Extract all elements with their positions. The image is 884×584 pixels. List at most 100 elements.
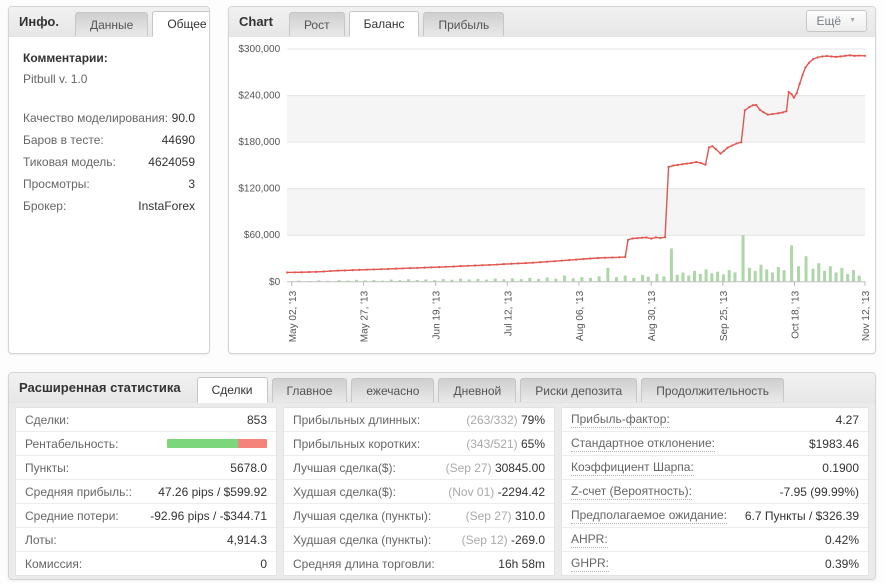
tab-riski-depozita[interactable]: Риски депозита bbox=[520, 378, 637, 402]
table-row: AHPR: 0.42% bbox=[562, 528, 868, 552]
stat-value: 6.7 Пункты / $326.39 bbox=[745, 509, 859, 523]
tab-sdelki[interactable]: Сделки bbox=[197, 377, 268, 403]
stat-label: Прибыль-фактор: bbox=[571, 412, 670, 428]
stat-value-main: 5678.0 bbox=[230, 461, 267, 475]
stat-value-main: $1983.46 bbox=[809, 437, 859, 451]
table-row: Худшая сделка (пункты):(Sep 12) -269.0 bbox=[284, 528, 554, 552]
table-row: Средняя прибыль::47.26 pips / $599.92 bbox=[16, 480, 276, 504]
table-row: Пункты: 5678.0 bbox=[16, 456, 276, 480]
stat-value-main: 853 bbox=[247, 413, 267, 427]
tab-dnevnoy[interactable]: Дневной bbox=[438, 378, 516, 402]
stat-label: Комиссия: bbox=[25, 557, 82, 571]
balance-chart: $0$60,000$120,000$180,000$240,000$300,00… bbox=[231, 39, 873, 350]
svg-text:$120,000: $120,000 bbox=[238, 184, 280, 195]
svg-text:$300,000: $300,000 bbox=[238, 44, 280, 55]
stat-value-main: 79% bbox=[521, 413, 545, 427]
comments-label: Комментарии: bbox=[23, 51, 195, 65]
stat-value: (Sep 27) 30845.00 bbox=[446, 461, 545, 475]
stat-value-main: -2294.42 bbox=[498, 485, 545, 499]
more-button[interactable]: Ещё ▼ bbox=[806, 10, 868, 32]
tab-pribyl[interactable]: Прибыль bbox=[423, 12, 504, 36]
svg-text:Aug 06, '13: Aug 06, '13 bbox=[575, 290, 586, 341]
stat-value: 47.26 pips / $599.92 bbox=[158, 485, 267, 499]
svg-text:May 27, '13: May 27, '13 bbox=[359, 290, 370, 342]
svg-text:May 02, '13: May 02, '13 bbox=[288, 290, 299, 342]
stat-value: 0.39% bbox=[825, 557, 859, 571]
tab-obshchee[interactable]: Общее bbox=[152, 11, 210, 37]
tab-balans[interactable]: Баланс bbox=[349, 11, 420, 37]
info-row: Тиковая модель:4624059 bbox=[23, 156, 195, 168]
stat-value-muted: (Sep 27) bbox=[446, 461, 495, 475]
svg-text:Jul 12, '13: Jul 12, '13 bbox=[503, 290, 514, 336]
info-row: Качество моделирования:90.0 bbox=[23, 112, 195, 124]
stat-label: Коэффициент Шарпа: bbox=[571, 460, 694, 476]
stat-value-main: 0 bbox=[260, 557, 267, 571]
stat-value: $1983.46 bbox=[809, 437, 859, 451]
info-label: Тиковая модель: bbox=[23, 156, 116, 168]
table-row: GHPR:0.39% bbox=[562, 552, 868, 575]
stat-value-main: 0.39% bbox=[825, 557, 859, 571]
stat-value-main: -269.0 bbox=[511, 533, 545, 547]
info-row: Просмотры:3 bbox=[23, 178, 195, 190]
stat-value: 0.1900 bbox=[822, 461, 859, 475]
stat-value-muted: (Sep 27) bbox=[466, 509, 515, 523]
stats-column: Прибыльных длинных:(263/332) 79%Прибыльн… bbox=[283, 407, 555, 576]
table-row: Z-счет (Вероятность):-7.95 (99.99%) bbox=[562, 480, 868, 504]
profitability-bar bbox=[167, 439, 267, 448]
stat-label: Рентабельность: bbox=[25, 437, 118, 451]
table-row: Сделки:853 bbox=[16, 408, 276, 432]
stat-value: 0.42% bbox=[825, 533, 859, 547]
stat-value-muted: (343/521) bbox=[466, 437, 521, 451]
stat-value-main: 310.0 bbox=[515, 509, 545, 523]
stat-label: Средняя прибыль:: bbox=[25, 485, 132, 499]
stat-value-main: 0.1900 bbox=[822, 461, 859, 475]
stat-value-main: 16h 58m bbox=[498, 557, 545, 571]
stat-label: Пункты: bbox=[25, 461, 69, 475]
tab-dannye[interactable]: Данные bbox=[75, 12, 148, 36]
stats-panel-title: Расширенная статистика bbox=[19, 380, 181, 402]
stat-label: Z-счет (Вероятность): bbox=[571, 484, 692, 500]
stat-label: Предполагаемое ожидание: bbox=[571, 508, 727, 524]
info-panel: Инфо. Данные Общее Комментарии: Pitbull … bbox=[8, 6, 210, 354]
svg-text:$240,000: $240,000 bbox=[238, 91, 280, 102]
chart-panel: Chart Рост Баланс Прибыль Ещё ▼ $0$60,00… bbox=[228, 6, 876, 354]
table-row: Комиссия: 0 bbox=[16, 552, 276, 575]
stats-table: Сделки:853 Рентабельность: Пункты: 5678.0 Ср… bbox=[9, 403, 875, 580]
info-panel-header: Инфо. Данные Общее bbox=[9, 7, 209, 37]
tab-glavnoe[interactable]: Главное bbox=[272, 378, 348, 402]
tab-rost[interactable]: Рост bbox=[289, 12, 345, 36]
table-row: Средние потери:-92.96 pips / -$344.71 bbox=[16, 504, 276, 528]
chart-panel-header: Chart Рост Баланс Прибыль Ещё ▼ bbox=[229, 7, 875, 37]
info-row: Брокер:InstaForex bbox=[23, 200, 195, 212]
stat-label: Лучшая сделка (пункты): bbox=[293, 509, 431, 523]
stat-label: AHPR: bbox=[571, 532, 608, 548]
info-value: InstaForex bbox=[138, 200, 195, 212]
stats-panel: Расширенная статистика Сделки Главное еж… bbox=[8, 372, 876, 580]
svg-text:Sep 25, '13: Sep 25, '13 bbox=[719, 290, 730, 341]
stat-value-main: -92.96 pips / -$344.71 bbox=[150, 509, 267, 523]
table-row: Стандартное отклонение: $1983.46 bbox=[562, 432, 868, 456]
chevron-down-icon: ▼ bbox=[849, 17, 856, 24]
info-value: 3 bbox=[188, 178, 195, 190]
info-content: Комментарии: Pitbull v. 1.0 Качество мод… bbox=[9, 37, 209, 236]
info-panel-title: Инфо. bbox=[19, 14, 59, 36]
profitability-green-segment bbox=[167, 439, 238, 448]
stat-label: Худшая сделка($): bbox=[293, 485, 396, 499]
stat-label: Худшая сделка (пункты): bbox=[293, 533, 431, 547]
stat-label: Лучшая сделка($): bbox=[293, 461, 396, 475]
stat-value: -92.96 pips / -$344.71 bbox=[150, 509, 267, 523]
tab-prodolzhitelnost[interactable]: Продолжительность bbox=[641, 378, 784, 402]
tab-ezhechasno[interactable]: ежечасно bbox=[351, 378, 434, 402]
stat-value: (263/332) 79% bbox=[466, 413, 545, 427]
info-label: Баров в тесте: bbox=[23, 134, 104, 146]
table-row: Лоты:4,914.3 bbox=[16, 528, 276, 552]
info-rows: Качество моделирования:90.0 Баров в тесте… bbox=[23, 112, 195, 212]
chart-area: $0$60,000$120,000$180,000$240,000$300,00… bbox=[229, 37, 875, 352]
stat-value: (343/521) 65% bbox=[466, 437, 545, 451]
stats-tabs: Сделки Главное ежечасно Дневной Риски де… bbox=[193, 373, 784, 402]
stat-value-main: 0.42% bbox=[825, 533, 859, 547]
table-row: Худшая сделка($):(Nov 01) -2294.42 bbox=[284, 480, 554, 504]
stat-value: 5678.0 bbox=[230, 461, 267, 475]
chart-panel-title: Chart bbox=[239, 14, 273, 36]
stat-label: Стандартное отклонение: bbox=[571, 436, 715, 452]
